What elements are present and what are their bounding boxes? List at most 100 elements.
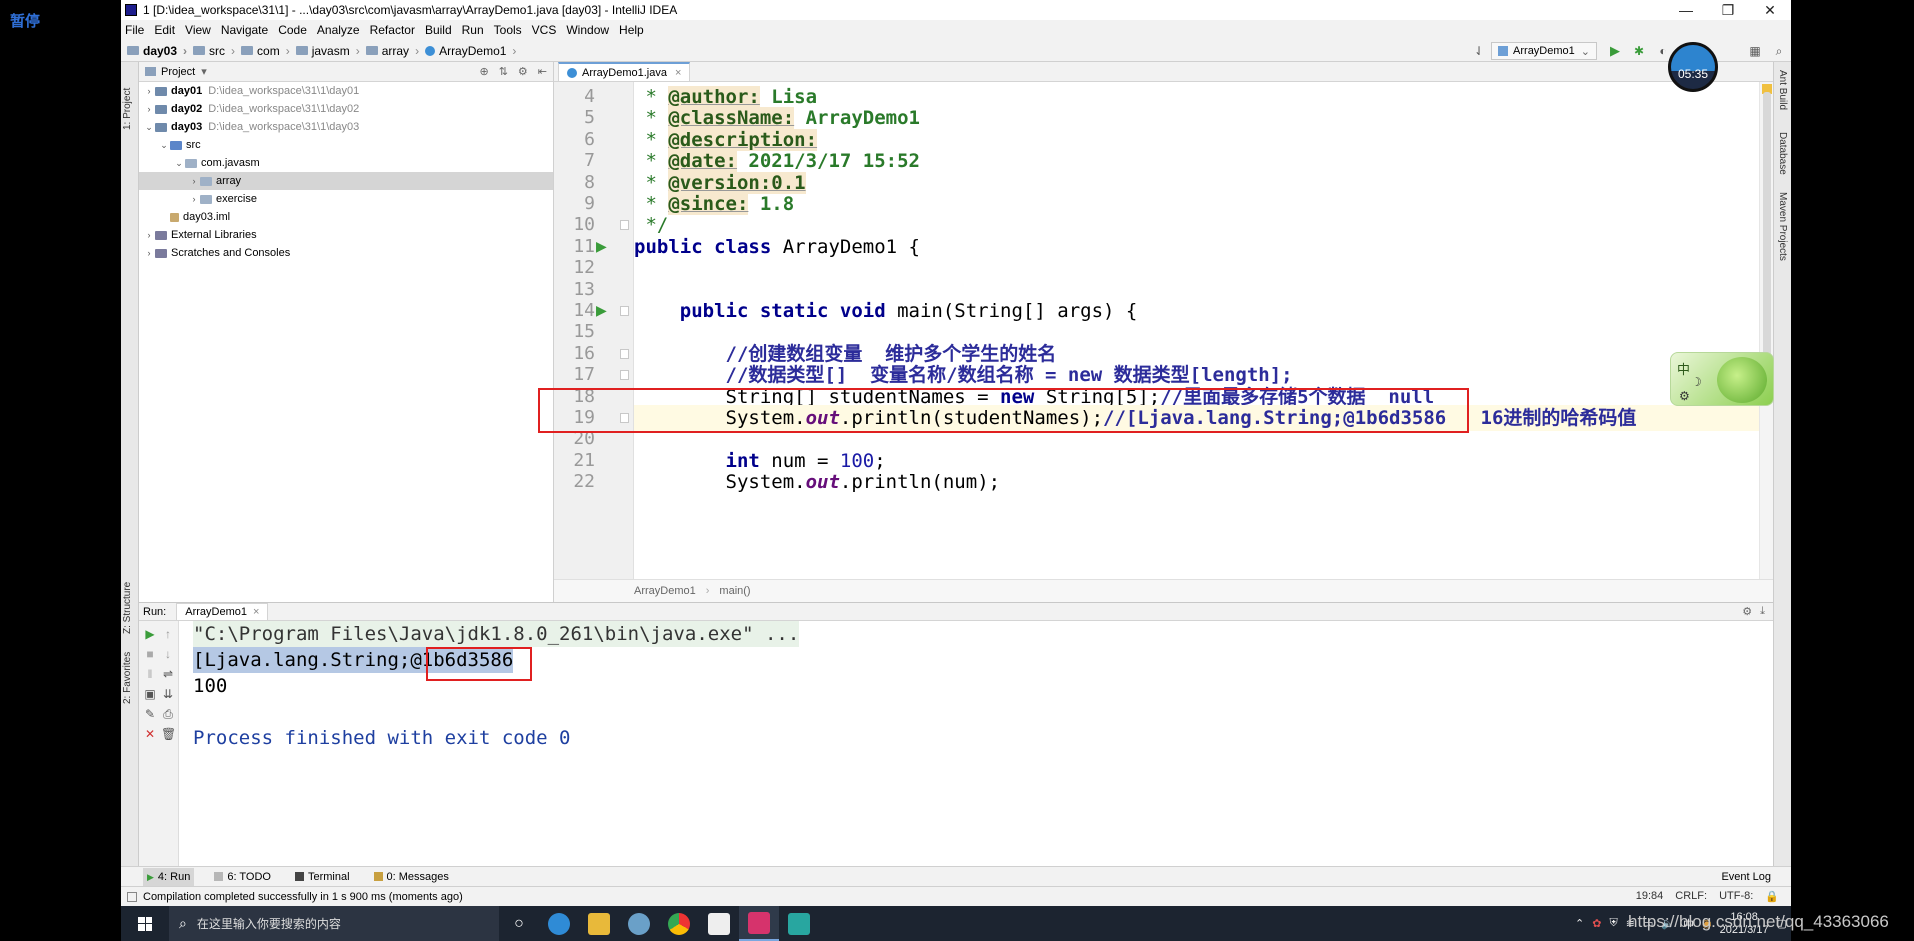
down-icon[interactable]: ↓	[161, 647, 175, 661]
menu-code[interactable]: Code	[278, 23, 307, 37]
menu-run[interactable]: Run	[462, 23, 484, 37]
up-icon[interactable]: ↑	[161, 627, 175, 641]
menu-navigate[interactable]: Navigate	[221, 23, 268, 37]
project-view-select[interactable]: Project	[161, 66, 195, 78]
expand-arrow-icon[interactable]: ›	[143, 230, 155, 240]
expand-arrow-icon[interactable]: ›	[188, 194, 200, 204]
trash-icon[interactable]: 🗑	[161, 727, 176, 741]
tab-ant-build[interactable]: Ant Build	[1777, 70, 1788, 110]
tree-item[interactable]: › array	[139, 172, 553, 190]
tab-messages[interactable]: 0: Messages	[370, 868, 453, 886]
pin-icon[interactable]: ✎	[143, 707, 157, 721]
tree-item[interactable]: › day02 D:\idea_workspace\31\1\day02	[139, 100, 553, 118]
tray-app-icon[interactable]: ✿	[1592, 917, 1601, 930]
expand-arrow-icon[interactable]: ›	[143, 248, 155, 258]
expand-arrow-icon[interactable]: ⌄	[173, 158, 185, 169]
run-tab-arraydemo1[interactable]: ArrayDemo1 ×	[176, 603, 269, 620]
search-icon[interactable]: ⌕	[1771, 43, 1787, 59]
build-icon[interactable]: ⇃	[1471, 43, 1487, 59]
tab-structure[interactable]: Z: Structure	[122, 574, 133, 634]
edge-icon[interactable]	[539, 906, 579, 941]
tab-project[interactable]: 1: Project	[122, 70, 133, 130]
shield-icon[interactable]: ⛨	[1609, 917, 1617, 930]
coverage-icon[interactable]: ◐	[1655, 43, 1671, 59]
stop-icon[interactable]: ■	[143, 647, 157, 661]
crumb-method[interactable]: main()	[719, 585, 750, 597]
tree-item[interactable]: ⌄ com.javasm	[139, 154, 553, 172]
typora-icon[interactable]	[699, 906, 739, 941]
run-configuration-select[interactable]: ArrayDemo1 ⌄	[1491, 42, 1597, 60]
restore-button[interactable]: ❐	[1707, 0, 1749, 20]
caret-position[interactable]: 19:84	[1636, 890, 1664, 903]
console-output[interactable]: "C:\Program Files\Java\jdk1.8.0_261\bin\…	[179, 621, 1773, 867]
menu-edit[interactable]: Edit	[154, 23, 175, 37]
expand-arrow-icon[interactable]: ›	[188, 176, 200, 186]
tree-item[interactable]: ⌄ src	[139, 136, 553, 154]
menu-view[interactable]: View	[185, 23, 211, 37]
tab-database[interactable]: Database	[1777, 132, 1788, 175]
toggle-panels-icon[interactable]	[127, 891, 137, 902]
tree-item[interactable]: ⌄ day03 D:\idea_workspace\31\1\day03	[139, 118, 553, 136]
breadcrumb-src[interactable]: src ›	[193, 44, 235, 58]
line-separator[interactable]: CRLF:	[1675, 890, 1707, 903]
project-structure-icon[interactable]: ▦	[1747, 43, 1763, 59]
menu-tools[interactable]: Tools	[494, 23, 522, 37]
close-icon[interactable]: ×	[253, 606, 259, 618]
chevron-up-icon[interactable]: ⌃	[1575, 917, 1584, 930]
tab-terminal[interactable]: Terminal	[291, 868, 354, 886]
breadcrumb-array[interactable]: array ›	[365, 44, 419, 58]
gear-icon[interactable]: ⚙	[1742, 605, 1752, 618]
lock-icon[interactable]: 🔒	[1765, 890, 1779, 903]
tree-item[interactable]: › exercise	[139, 190, 553, 208]
fold-marker-icon[interactable]	[620, 370, 629, 381]
expand-arrow-icon[interactable]: ›	[143, 104, 155, 114]
gear-icon[interactable]: ⚙	[518, 65, 528, 78]
close-icon[interactable]: ×	[675, 67, 681, 79]
hide-icon[interactable]: ⤓	[1760, 605, 1765, 618]
breadcrumb-javasm[interactable]: javasm ›	[295, 44, 360, 58]
fold-marker-icon[interactable]	[620, 348, 629, 359]
tab-favorites[interactable]: 2: Favorites	[122, 644, 133, 704]
tab-arraydemo1-java[interactable]: ArrayDemo1.java ×	[558, 62, 691, 81]
expand-arrow-icon[interactable]: ⌄	[158, 140, 170, 151]
chrome-icon[interactable]	[659, 906, 699, 941]
menu-refactor[interactable]: Refactor	[370, 23, 415, 37]
tree-item[interactable]: › External Libraries	[139, 226, 553, 244]
fold-marker-icon[interactable]	[620, 306, 629, 316]
tree-item[interactable]: › day01 D:\idea_workspace\31\1\day01	[139, 82, 553, 100]
expand-arrow-icon[interactable]: ›	[143, 86, 155, 96]
debug-icon[interactable]: ✱	[1631, 43, 1647, 59]
breadcrumb-day03[interactable]: day03 ›	[127, 44, 187, 58]
expand-arrow-icon[interactable]: ⌄	[143, 122, 155, 133]
tab-run[interactable]: ▶ 4: Run	[143, 867, 195, 886]
crumb-class[interactable]: ArrayDemo1	[634, 585, 696, 597]
windows-start-icon[interactable]	[121, 906, 169, 941]
breadcrumb-arraydemo1[interactable]: ArrayDemo1 ›	[425, 44, 516, 58]
close-button[interactable]: ✕	[1749, 0, 1791, 20]
minimize-button[interactable]: —	[1665, 0, 1707, 20]
camera-icon[interactable]: ▣	[143, 687, 157, 701]
tree-item[interactable]: day03.iml	[139, 208, 553, 226]
pause-icon[interactable]: ‖	[143, 667, 157, 681]
wrap-icon[interactable]: ⇌	[161, 667, 175, 681]
scroll-end-icon[interactable]: ⇊	[161, 687, 175, 701]
task-view-icon[interactable]: ○	[499, 906, 539, 941]
intellij-taskbar-icon[interactable]	[739, 906, 779, 941]
rerun-icon[interactable]: ▶	[143, 627, 157, 641]
run-gutter-icon[interactable]: ▶	[596, 238, 607, 255]
menu-help[interactable]: Help	[619, 23, 644, 37]
menu-file[interactable]: File	[125, 23, 144, 37]
hide-icon[interactable]: ⇤	[538, 65, 547, 78]
tree-item[interactable]: › Scratches and Consoles	[139, 244, 553, 262]
scroll-thumb[interactable]	[1763, 92, 1771, 362]
collapse-icon[interactable]: ⇅	[499, 65, 508, 78]
fold-marker-icon[interactable]	[620, 220, 629, 231]
ime-floating-widget[interactable]: 中 ☽ ⚙	[1670, 352, 1774, 406]
code-area[interactable]: * @author: Lisa * @className: ArrayDemo1…	[634, 82, 1759, 579]
menu-build[interactable]: Build	[425, 23, 452, 37]
locate-icon[interactable]: ⊕	[479, 65, 488, 78]
run-gutter-icon[interactable]: ▶	[596, 302, 607, 319]
menu-analyze[interactable]: Analyze	[317, 23, 360, 37]
menu-window[interactable]: Window	[566, 23, 609, 37]
tool-app-icon[interactable]	[619, 906, 659, 941]
